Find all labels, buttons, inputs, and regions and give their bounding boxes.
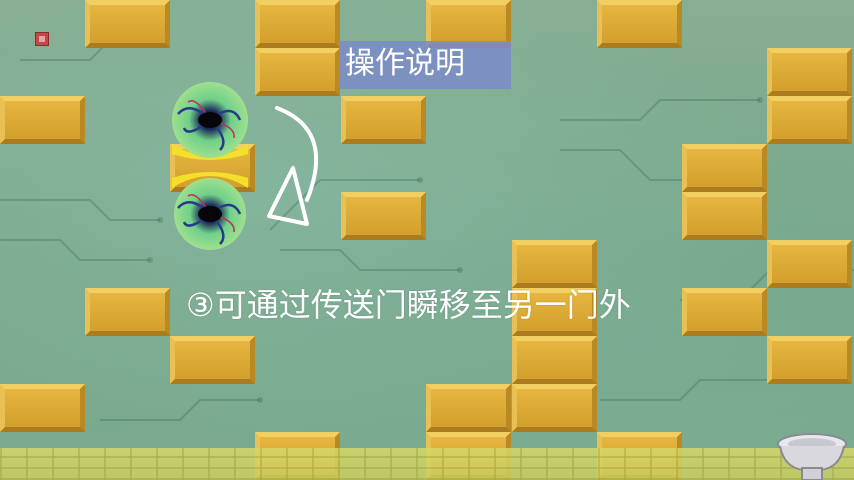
block-tile [597,0,682,48]
block-tile [682,144,767,192]
block-tile [512,240,597,288]
curved-arrow-icon [267,106,319,226]
block-tile [682,192,767,240]
block-tile [0,96,85,144]
block-tile [341,192,426,240]
instruction-caption: ③可通过传送门瞬移至另一门外 [186,286,631,324]
block-tile [341,96,426,144]
block-tile [255,48,340,96]
block-tile [85,288,170,336]
block-tile [0,384,85,432]
game-stage: 操作说明 ③可通过传送门瞬移至另一门外 [0,0,854,480]
block-tile [767,96,852,144]
block-tile [170,336,255,384]
block-tile [767,240,852,288]
portal-icon [172,82,248,160]
sound-icon[interactable] [35,32,49,46]
block-tile [85,0,170,48]
block-tile [767,336,852,384]
portal-icon [172,172,248,250]
block-tile [426,384,511,432]
floor-tiles [0,448,854,480]
toilet-icon [777,433,847,480]
page-title: 操作说明 [345,46,465,81]
block-tile [682,288,767,336]
block-tile [512,384,597,432]
block-tile [767,48,852,96]
block-tile [255,0,340,48]
block-tile [512,336,597,384]
